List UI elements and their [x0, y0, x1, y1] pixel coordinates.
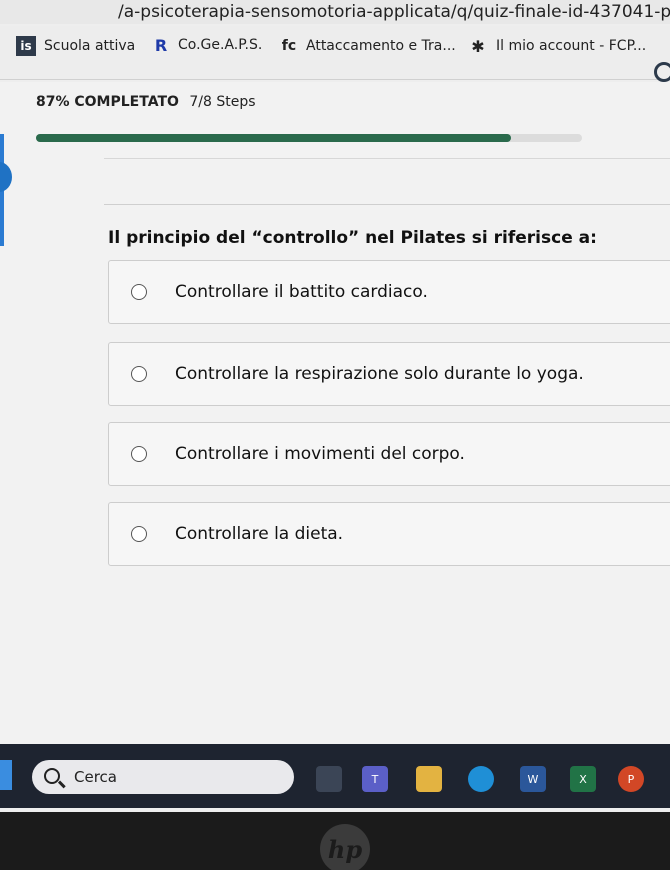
taskbar-search[interactable]: Cerca — [32, 760, 294, 794]
radio-button[interactable] — [131, 284, 147, 300]
search-label: Cerca — [74, 768, 117, 786]
bookmark-label: Scuola attiva — [44, 38, 136, 54]
fcp-logo-icon: ✱ — [471, 36, 485, 56]
powerpoint-icon[interactable]: P — [618, 766, 644, 792]
divider — [104, 204, 670, 205]
address-bar[interactable]: /a-psicoterapia-sensomotoria-applicata/q… — [0, 0, 670, 24]
fc-logo-icon: fc — [281, 38, 297, 54]
answer-label: Controllare la dieta. — [175, 524, 344, 544]
start-button[interactable] — [0, 760, 12, 790]
answer-option-3[interactable]: Controllare i movimenti del corpo. — [108, 422, 670, 486]
answer-option-2[interactable]: Controllare la respirazione solo durante… — [108, 342, 670, 406]
answer-option-4[interactable]: Controllare la dieta. — [108, 502, 670, 566]
edge-icon[interactable] — [468, 766, 494, 792]
radio-button[interactable] — [131, 366, 147, 382]
answer-label: Controllare la respirazione solo durante… — [175, 364, 584, 384]
sidebar-toggle-button[interactable] — [0, 162, 12, 192]
bookmark-attaccamento[interactable]: fc Attaccamento e Tra... — [280, 36, 456, 56]
is-logo-icon: is — [16, 36, 36, 56]
bookmark-scuola-attiva[interactable]: is Scuola attiva — [16, 36, 135, 56]
answer-label: Controllare i movimenti del corpo. — [175, 444, 465, 464]
progress-status: 87% COMPLETATO 7/8 Steps — [36, 94, 256, 110]
radio-button[interactable] — [131, 446, 147, 462]
bookmark-label: Il mio account - FCP... — [496, 38, 647, 54]
task-view-icon[interactable] — [316, 766, 342, 792]
bookmark-cogeaps[interactable]: R Co.Ge.A.P.S. — [152, 35, 263, 55]
excel-icon[interactable]: X — [570, 766, 596, 792]
profile-icon[interactable] — [654, 62, 670, 82]
word-icon[interactable]: W — [520, 766, 546, 792]
answer-option-1[interactable]: Controllare il battito cardiaco. — [108, 260, 670, 324]
file-explorer-icon[interactable] — [416, 766, 442, 792]
progress-percent: 87% COMPLETATO — [36, 94, 179, 110]
progress-bar-fill — [36, 134, 512, 142]
question-text: Il principio del “controllo” nel Pilates… — [108, 228, 597, 248]
radio-button[interactable] — [131, 526, 147, 542]
cogeaps-logo-icon: R — [154, 35, 168, 55]
teams-icon[interactable]: T — [362, 766, 388, 792]
hp-logo: hp — [320, 824, 370, 870]
search-icon — [44, 768, 60, 784]
taskbar: Cerca T WXP — [0, 744, 670, 808]
progress-steps: 7/8 Steps — [189, 94, 256, 110]
answer-label: Controllare il battito cardiaco. — [175, 282, 428, 302]
url-text[interactable]: /a-psicoterapia-sensomotoria-applicata/q… — [118, 2, 670, 22]
progress-bar — [36, 134, 582, 142]
bookmarks-bar: is Scuola attiva R Co.Ge.A.P.S. fc Attac… — [0, 26, 670, 80]
bookmark-fcp-account[interactable]: ✱ Il mio account - FCP... — [468, 36, 646, 56]
divider — [104, 158, 670, 159]
bookmark-label: Co.Ge.A.P.S. — [178, 37, 263, 53]
bookmark-label: Attaccamento e Tra... — [306, 38, 456, 54]
quiz-page: 87% COMPLETATO 7/8 Steps Il principio de… — [0, 82, 670, 744]
screen: /a-psicoterapia-sensomotoria-applicata/q… — [0, 0, 670, 812]
